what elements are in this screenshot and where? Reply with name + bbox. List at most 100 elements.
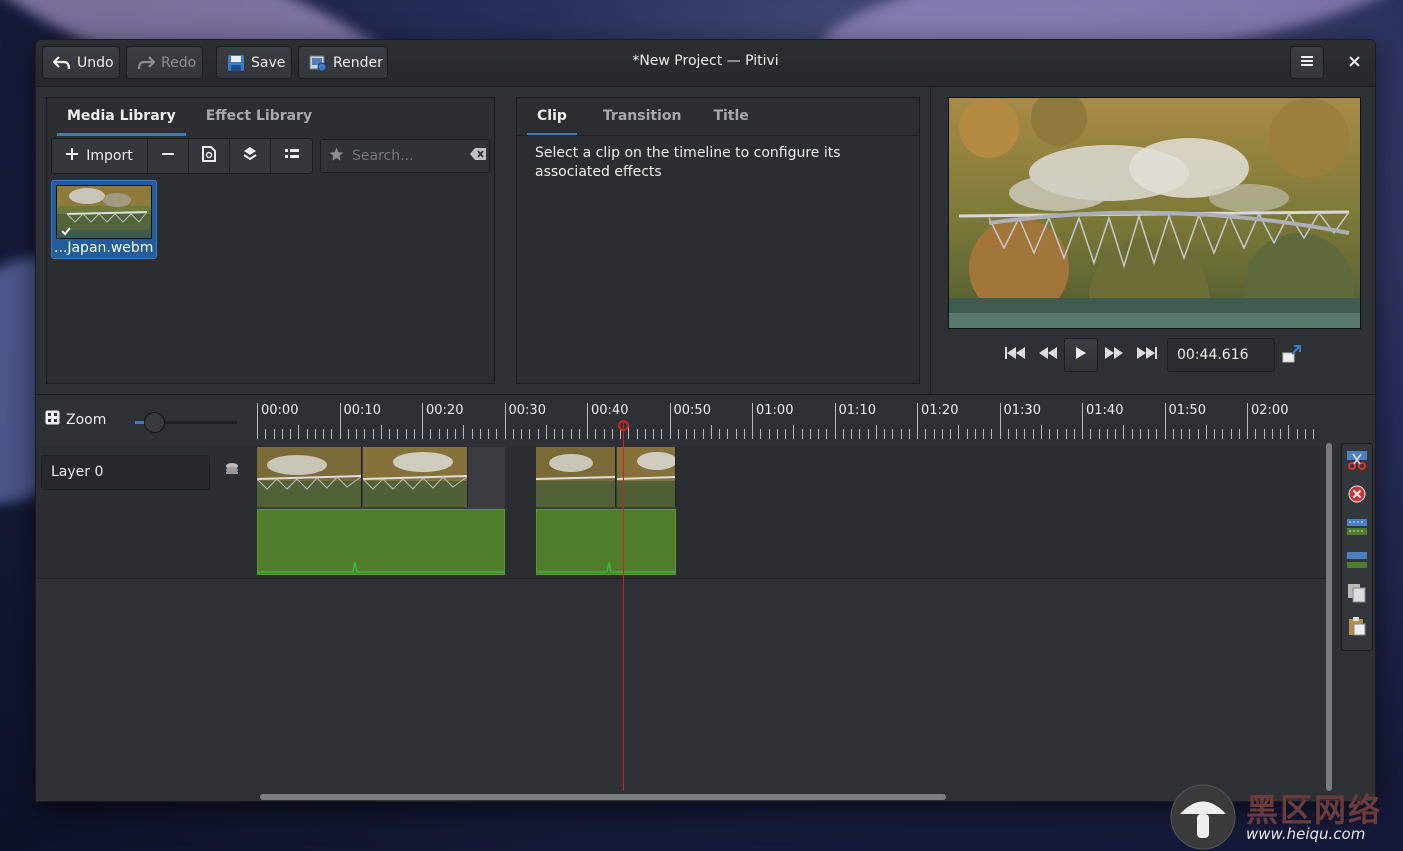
clear-search-icon[interactable]	[470, 148, 486, 164]
tab-clip[interactable]: Clip	[527, 98, 577, 136]
ruler-tick	[570, 429, 572, 439]
fast-forward-button[interactable]	[1098, 338, 1131, 372]
ruler-tick	[941, 429, 943, 439]
timeline-clip[interactable]	[536, 447, 676, 575]
remove-button[interactable]	[148, 139, 189, 173]
rewind-button[interactable]	[1031, 338, 1064, 372]
playhead-handle[interactable]	[618, 420, 629, 431]
ruler-tick	[331, 429, 333, 439]
tab-media-library[interactable]: Media Library	[57, 98, 186, 136]
ruler-tick	[677, 429, 679, 439]
paste-button[interactable]	[1344, 613, 1370, 643]
ruler-tick	[1304, 429, 1306, 439]
clip-audio-waveform	[257, 509, 505, 575]
media-library-panel: Media Library Effect Library Import Sear…	[46, 97, 495, 384]
video-viewer[interactable]	[948, 97, 1361, 329]
header-bar: Undo Redo Save Render *New Project — Pit…	[36, 40, 1375, 87]
insert-at-end-button[interactable]	[230, 139, 271, 173]
media-toolbar: Import	[51, 138, 313, 174]
timeline: Zoom 00:00 00:10 00:20 00:30 00:40 00:50 01:00…	[36, 394, 1375, 801]
horizontal-scrollbar[interactable]	[260, 794, 946, 800]
playhead[interactable]	[623, 421, 624, 791]
ruler-tick	[323, 429, 324, 439]
ruler-tick	[1280, 429, 1281, 439]
ruler-tick	[463, 425, 465, 439]
ruler-tick	[1271, 429, 1273, 439]
ruler-tick	[653, 429, 654, 439]
ruler-label: 00:10	[339, 403, 381, 439]
ruler-tick	[818, 429, 819, 439]
ruler-tick	[1040, 425, 1042, 439]
split-clip-button[interactable]	[1344, 448, 1370, 478]
ruler-tick	[281, 429, 283, 439]
zoom-fit-icon[interactable]	[45, 410, 60, 429]
group-clips-icon	[1346, 517, 1368, 541]
import-button[interactable]: Import	[52, 139, 148, 173]
undock-icon	[1282, 345, 1302, 367]
timeline-clip[interactable]	[257, 447, 505, 575]
copy-button[interactable]	[1344, 580, 1370, 610]
ruler-tick	[1115, 429, 1116, 439]
ruler-tick	[892, 429, 894, 439]
ruler-tick	[298, 425, 300, 439]
ruler-label: 01:30	[999, 403, 1041, 439]
ruler-tick	[735, 429, 737, 439]
clip-properties-button[interactable]	[189, 139, 230, 173]
document-search-icon	[202, 146, 216, 166]
ruler-tick	[545, 425, 547, 439]
timecode-display[interactable]: 00:44.616	[1167, 338, 1275, 372]
goto-end-button[interactable]	[1131, 338, 1164, 372]
play-icon	[1075, 347, 1086, 363]
ruler-tick	[455, 429, 456, 439]
ruler-tick	[1016, 429, 1017, 439]
layer-name-field[interactable]: Layer 0	[41, 455, 210, 490]
zoom-label: Zoom	[66, 411, 107, 428]
clip-properties-panel: Clip Transition Title Select a clip on t…	[516, 97, 920, 384]
ruler-tick	[1222, 429, 1224, 439]
play-button[interactable]	[1064, 338, 1098, 372]
tab-divider	[517, 135, 919, 136]
media-item[interactable]: ...Japan.webm	[51, 180, 157, 259]
main-menu-button[interactable]	[1290, 46, 1324, 79]
layers-insert-icon	[243, 146, 257, 166]
ruler-tick	[1148, 429, 1149, 439]
ruler-tick	[1214, 429, 1215, 439]
watermark-url: www.heiqu.com	[1246, 825, 1366, 843]
list-view-icon	[284, 148, 299, 164]
ruler-tick	[521, 429, 522, 439]
undock-viewer-button[interactable]	[1282, 345, 1302, 367]
ruler-tick	[1313, 429, 1314, 439]
tab-title[interactable]: Title	[703, 98, 758, 136]
close-icon	[1348, 55, 1360, 71]
plus-icon	[66, 148, 79, 164]
group-clips-button[interactable]	[1344, 514, 1370, 544]
goto-start-button[interactable]	[998, 338, 1031, 372]
ruler-tick	[1024, 429, 1026, 439]
ungroup-clips-button[interactable]	[1344, 547, 1370, 577]
window-close-button[interactable]	[1341, 46, 1367, 79]
ruler-tick	[1057, 429, 1059, 439]
ruler-tick	[1049, 429, 1050, 439]
ruler-tick	[875, 425, 877, 439]
delete-clip-button[interactable]	[1344, 481, 1370, 511]
ruler-tick	[1288, 425, 1290, 439]
vertical-scrollbar[interactable]	[1326, 443, 1332, 791]
ruler-label: 00:00	[257, 403, 298, 439]
ruler-tick	[1263, 429, 1265, 439]
ruler-tick	[727, 429, 729, 439]
ruler-tick	[859, 429, 861, 439]
delete-icon	[1348, 485, 1366, 507]
time-ruler[interactable]: 00:00 00:10 00:20 00:30 00:40 00:50 01:00 01:10…	[255, 395, 1325, 441]
tab-transition[interactable]: Transition	[593, 98, 692, 136]
layer-menu-icon[interactable]	[224, 461, 240, 481]
media-search[interactable]	[320, 139, 490, 173]
window-title: *New Project — Pitivi	[632, 53, 779, 69]
ruler-tick	[694, 429, 696, 439]
tab-effect-library[interactable]: Effect Library	[196, 98, 322, 136]
list-view-button[interactable]	[271, 139, 312, 173]
ruler-tick	[1255, 429, 1257, 439]
ruler-tick	[801, 429, 803, 439]
search-input[interactable]	[352, 148, 462, 164]
zoom-slider-knob[interactable]	[144, 412, 165, 433]
ruler-tick	[603, 429, 605, 439]
